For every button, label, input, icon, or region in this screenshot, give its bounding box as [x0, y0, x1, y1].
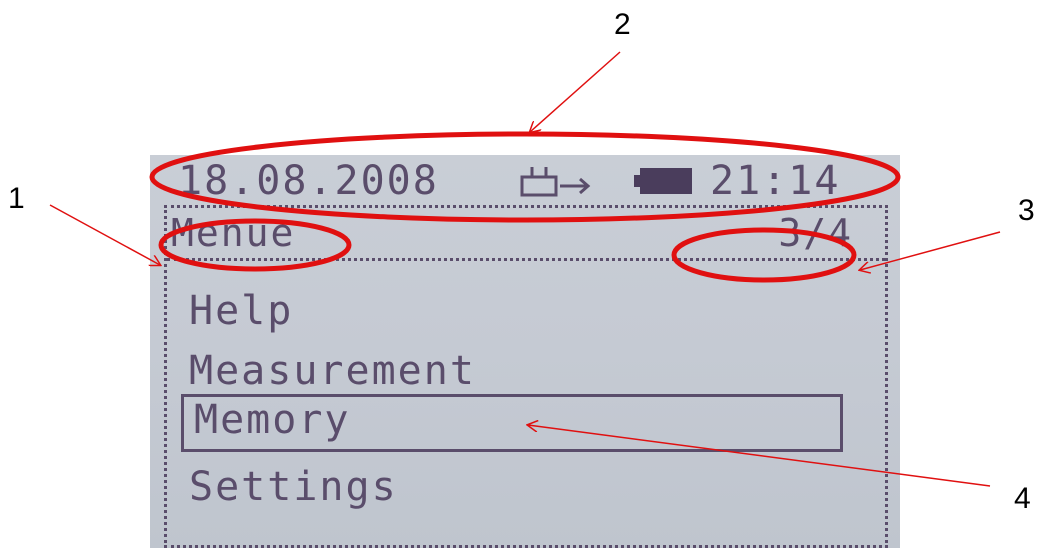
menu-item-measurement[interactable]: Measurement [189, 348, 476, 394]
lcd-screen: 18.08.2008 21:14 Menue 3/4 Help Measurem… [150, 155, 900, 548]
menu-item-help[interactable]: Help [189, 288, 293, 334]
arrow-1 [49, 204, 160, 265]
menu-header: Menue 3/4 [167, 208, 885, 261]
callout-2: 2 [614, 8, 631, 41]
menu-panel: Menue 3/4 Help Measurement Memory Settin… [164, 205, 888, 548]
plug-arrow-icon [518, 165, 598, 203]
time-display: 21:14 [710, 158, 841, 204]
callout-1: 1 [8, 182, 25, 215]
page-indicator: 3/4 [778, 211, 853, 255]
callout-4: 4 [1014, 482, 1031, 515]
date-display: 18.08.2008 [178, 158, 439, 204]
menu-item-memory[interactable]: Memory [181, 394, 843, 452]
callout-3: 3 [1018, 194, 1035, 227]
menu-item-settings[interactable]: Settings [189, 464, 398, 510]
menu-title: Menue [171, 211, 296, 255]
battery-icon [634, 168, 692, 198]
status-bar: 18.08.2008 21:14 [150, 155, 900, 207]
arrow-2 [530, 51, 621, 132]
